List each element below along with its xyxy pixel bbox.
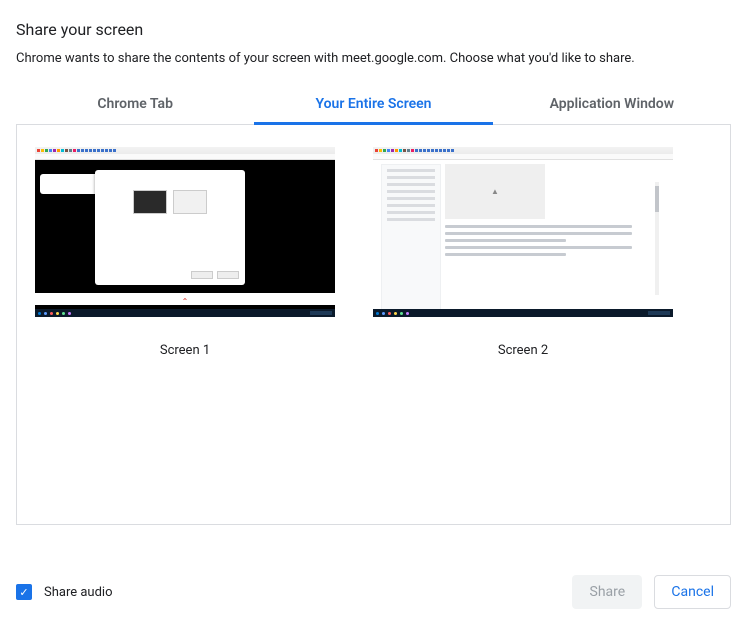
chevron-up-icon	[35, 293, 335, 305]
image-placeholder-icon: ▲	[445, 164, 545, 219]
check-icon: ✓	[19, 587, 28, 598]
browser-tabstrip-icon	[373, 147, 673, 154]
scrollbar-icon	[655, 182, 659, 295]
sidebar-icon	[381, 164, 441, 313]
dialog-footer: ✓ Share audio Share Cancel	[16, 575, 731, 609]
share-audio-label[interactable]: Share audio	[44, 585, 113, 600]
screen-thumbnail-2: ▲	[373, 147, 673, 317]
taskbar-icon	[373, 309, 673, 317]
desktop-area: ▲	[373, 160, 673, 317]
dialog-title: Share your screen	[16, 20, 731, 39]
tab-application-window[interactable]: Application Window	[493, 86, 731, 124]
browser-tabstrip-icon	[35, 147, 335, 154]
screen-label-2: Screen 2	[373, 343, 673, 358]
screen-list: Screen 1 ▲	[35, 147, 712, 358]
tab-chrome-tab[interactable]: Chrome Tab	[16, 86, 254, 124]
tab-entire-screen[interactable]: Your Entire Screen	[254, 86, 492, 124]
taskbar-icon	[35, 309, 335, 317]
screen-label-1: Screen 1	[35, 343, 335, 358]
screen-picker-panel: Screen 1 ▲	[16, 125, 731, 525]
tab-bar: Chrome Tab Your Entire Screen Applicatio…	[16, 86, 731, 125]
cancel-button[interactable]: Cancel	[654, 575, 731, 609]
dialog-icon	[95, 170, 245, 285]
document-icon: ▲	[445, 164, 665, 313]
screen-thumbnail-1	[35, 147, 335, 317]
screen-option-1[interactable]: Screen 1	[35, 147, 335, 358]
share-button[interactable]: Share	[572, 575, 642, 609]
screen-option-2[interactable]: ▲ Screen 2	[373, 147, 673, 358]
share-audio-checkbox[interactable]: ✓	[16, 584, 32, 600]
desktop-area	[35, 160, 335, 317]
dialog-subtitle: Chrome wants to share the contents of yo…	[16, 51, 731, 66]
